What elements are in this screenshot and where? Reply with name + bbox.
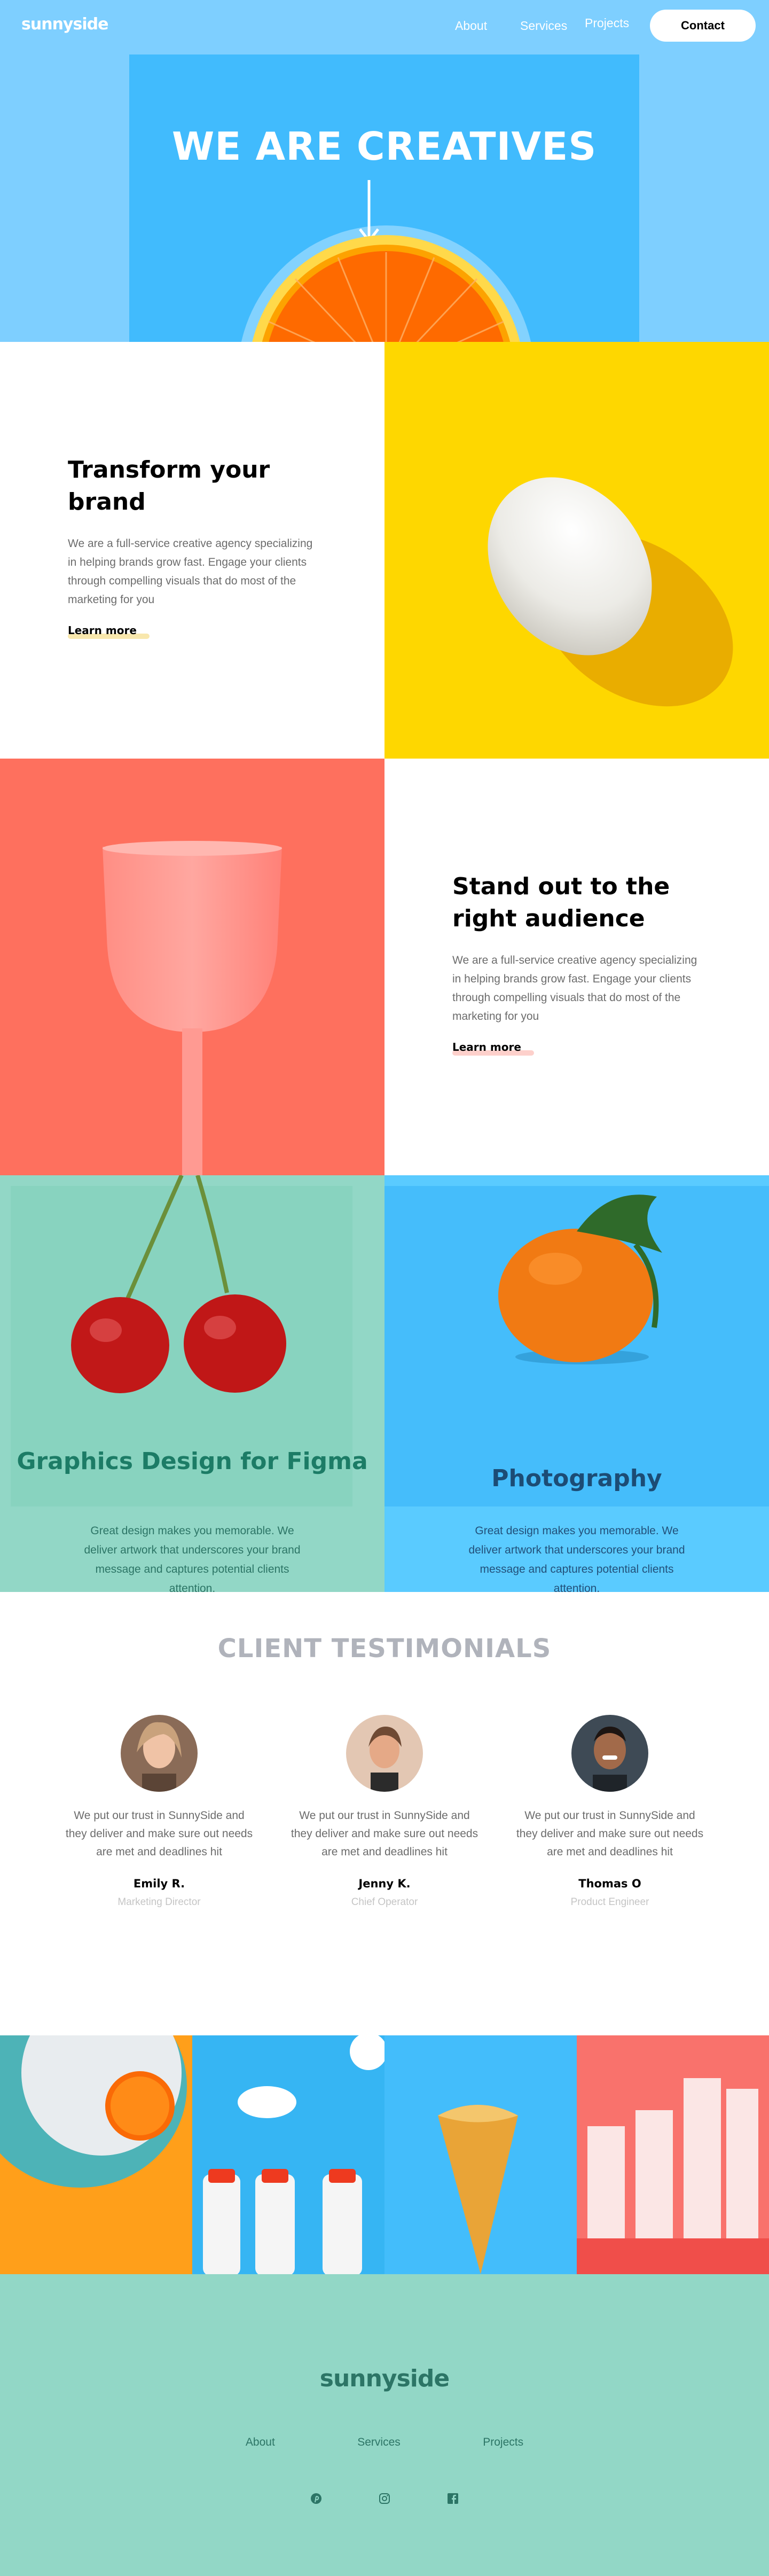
testimonial-card: We put our trust in SunnySide and they d… <box>288 1715 481 1908</box>
hero-section: WE ARE CREATIVES sunnyside About Service… <box>0 0 769 342</box>
learn-more-link[interactable]: Learn more <box>452 1041 534 1056</box>
footer-about-link[interactable]: About <box>246 2436 275 2449</box>
feature-title: Transform your brand <box>68 456 270 516</box>
nav-services-link[interactable]: Services <box>520 19 567 33</box>
feature-text: Stand out to the right audience We are a… <box>452 871 703 1056</box>
footer-services-link[interactable]: Services <box>357 2436 401 2449</box>
egg-image <box>384 342 769 759</box>
orange-bowl-image <box>241 225 531 342</box>
hero-panel: WE ARE CREATIVES <box>129 54 639 342</box>
egg-illustration <box>488 477 733 707</box>
avatar <box>121 1715 198 1792</box>
facebook-icon[interactable] <box>446 2492 459 2505</box>
footer-logo[interactable]: sunnyside <box>0 2365 769 2392</box>
service-body: Great design makes you memorable. We del… <box>84 1525 301 1592</box>
instagram-icon[interactable] <box>378 2492 391 2505</box>
hero-title: WE ARE CREATIVES <box>171 124 597 169</box>
services-section: Graphics Design for Figma Great design m… <box>0 1175 769 1592</box>
gallery-ice-cream-cone <box>384 2035 577 2274</box>
testimonial-name: Emily R. <box>133 1877 185 1890</box>
gallery <box>0 2035 769 2274</box>
feature-body: We are a full-service creative agency sp… <box>452 954 697 1022</box>
footer: sunnyside About Services Projects <box>0 2274 769 2576</box>
feature-title: Stand out to the right audience <box>452 873 670 932</box>
testimonial-quote: We put our trust in SunnySide and they d… <box>516 1809 704 1858</box>
service-graphics-design: Graphics Design for Figma Great design m… <box>0 1175 384 1592</box>
feature-text: Transform your brand We are a full-servi… <box>68 454 319 639</box>
service-title: Graphics Design for Figma <box>17 1448 368 1475</box>
footer-social <box>0 2492 769 2505</box>
testimonials-heading: CLIENT TESTIMONIALS <box>217 1634 552 1664</box>
testimonial-quote: We put our trust in SunnySide and they d… <box>65 1809 253 1858</box>
testimonials-section: CLIENT TESTIMONIALS We put our trust in … <box>0 1592 769 2035</box>
testimonial-role: Chief Operator <box>351 1896 418 1908</box>
feature-text-cell: Transform your brand We are a full-servi… <box>0 342 384 759</box>
logo[interactable]: sunnyside <box>21 15 108 34</box>
testimonial-quote: We put our trust in SunnySide and they d… <box>291 1809 478 1858</box>
testimonial-role: Marketing Director <box>117 1896 201 1908</box>
footer-projects-link[interactable]: Projects <box>483 2436 523 2449</box>
service-title: Photography <box>491 1465 662 1492</box>
testimonial-card: We put our trust in SunnySide and they d… <box>63 1715 255 1908</box>
top-nav: sunnyside About Services Projects Contac… <box>0 0 769 51</box>
avatar <box>346 1715 423 1792</box>
feature-transform: Transform your brand We are a full-servi… <box>0 342 769 759</box>
feature-text-cell: Stand out to the right audience We are a… <box>384 759 769 1175</box>
nav-projects-link[interactable]: Projects <box>585 16 629 30</box>
testimonial-card: We put our trust in SunnySide and they d… <box>514 1715 706 1908</box>
nav-about-link[interactable]: About <box>455 19 487 33</box>
avatar <box>571 1715 648 1792</box>
cup-image <box>0 759 384 1175</box>
service-photography: Photography Great design makes you memor… <box>384 1175 769 1592</box>
testimonial-role: Product Engineer <box>570 1896 649 1908</box>
service-body: Great design makes you memorable. We del… <box>468 1525 685 1592</box>
learn-more-label: Learn more <box>68 624 137 637</box>
testimonial-name: Jenny K. <box>358 1877 411 1890</box>
feature-body: We are a full-service creative agency sp… <box>68 537 313 606</box>
cup-illustration <box>103 841 282 1175</box>
testimonial-name: Thomas O <box>578 1877 641 1890</box>
gallery-orange-plate <box>0 2035 192 2274</box>
learn-more-label: Learn more <box>452 1041 521 1053</box>
learn-more-link[interactable]: Learn more <box>68 624 150 639</box>
pinterest-icon[interactable] <box>310 2492 323 2505</box>
contact-button[interactable]: Contact <box>650 10 756 42</box>
footer-links: About Services Projects <box>0 2436 769 2449</box>
gallery-milk-bottles <box>192 2035 384 2274</box>
feature-standout: Stand out to the right audience We are a… <box>0 759 769 1175</box>
gallery-sugar-cubes <box>577 2035 769 2274</box>
